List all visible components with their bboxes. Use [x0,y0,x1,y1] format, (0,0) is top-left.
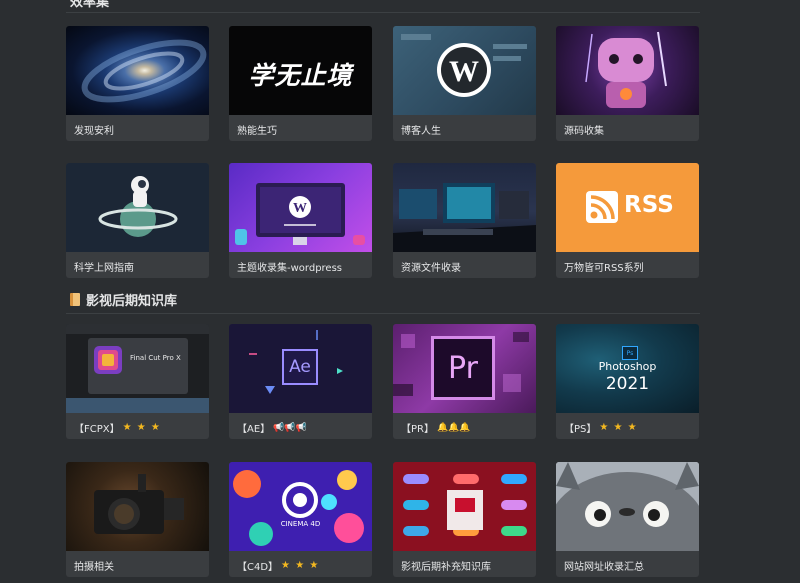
card-network-guide[interactable]: 科学上网指南 [66,163,209,278]
card-label: 【FCPX】 ★ ★ ★ [74,422,161,435]
section-divider [66,12,700,13]
section-divider [66,313,700,314]
star-rating: ★ ★ ★ [122,422,161,433]
premiere-thumbnail: Pr [393,324,536,413]
ps-badge-text: Ps [626,349,634,357]
galaxy-swirl-icon [81,39,207,103]
totoro-thumbnail [556,462,699,551]
card-ae[interactable]: Ae 【AE】 📢📢📢 [229,324,372,439]
photoshop-thumbnail: Ps Photoshop 2021 [556,324,699,413]
fcpx-dialog-title: Final Cut Pro X [130,354,181,362]
section-title-text: 效率集 [70,0,110,10]
galaxy-thumbnail [66,26,209,115]
svg-text:W: W [293,201,307,216]
calligraphy-thumbnail: 学无止境 [229,26,372,115]
star-rating: ★ ★ ★ [599,422,638,433]
thumbnail-title-text: 学无止境 [248,61,353,90]
camera-rig-thumbnail [66,462,209,551]
ps-logo-icon: Ps [622,346,638,360]
card-label: 【AE】 📢📢📢 [237,422,307,436]
pr-logo-icon: Pr [431,336,495,400]
c4d-logo-text: CINEMA 4D [280,520,321,528]
astronaut-planet-icon [98,176,178,237]
card-source-code[interactable]: 源码收集 [556,26,699,141]
robot-thumbnail [556,26,699,115]
star-rating: ★ ★ ★ [281,560,320,571]
studio-monitors-icon [393,183,536,252]
card-fcpx[interactable]: Final Cut Pro X 【FCPX】 ★ ★ ★ [66,324,209,439]
c4d-shapes-icon [233,470,364,546]
card-label: 万物皆可RSS系列 [564,263,644,274]
bell-rating: 🔔🔔🔔 [436,422,471,433]
card-pr[interactable]: Pr 【PR】 🔔🔔🔔 [393,324,536,439]
book-icon [70,293,80,306]
ae-logo-icon: Ae [282,349,318,385]
cinema4d-thumbnail: CINEMA 4D [229,462,372,551]
pr-logo-text: Pr [448,350,478,386]
wordpress-monitor-thumbnail: W [229,163,372,252]
wordpress-logo-icon: W [401,34,527,97]
section-title-video-knowledge: 影视后期知识库 [70,290,177,309]
section-title-efficiency: 效率集 [70,0,109,10]
card-shooting[interactable]: 拍摄相关 [66,462,209,577]
adobe-pills-icon [403,474,527,536]
card-label: 科学上网指南 [74,263,134,274]
card-resource-files[interactable]: 资源文件收录 [393,163,536,278]
card-label: 影视后期补充知识库 [401,562,491,573]
card-post-production[interactable]: 影视后期补充知识库 [393,462,536,577]
card-label: 拍摄相关 [74,562,114,573]
astronaut-thumbnail [66,163,209,252]
svg-text:W: W [449,55,479,88]
monitor-wordpress-icon: W [235,183,365,245]
card-label: 熟能生巧 [237,126,277,137]
card-label: 源码收集 [564,126,604,137]
studio-desk-thumbnail [393,163,536,252]
fcpx-thumbnail: Final Cut Pro X [66,324,209,413]
card-label: 网站网址收录汇总 [564,562,644,573]
card-label: 【C4D】 ★ ★ ★ [237,560,320,573]
rss-logo-text: RSS [624,192,674,218]
totoro-face-icon [556,462,699,551]
card-discover[interactable]: 发现安利 [66,26,209,141]
card-themes-wordpress[interactable]: W 主题收录集-wordpress [229,163,372,278]
card-website-links[interactable]: 网站网址收录汇总 [556,462,699,577]
card-ps[interactable]: Ps Photoshop 2021 【PS】 ★ ★ ★ [556,324,699,439]
adobe-apps-thumbnail [393,462,536,551]
card-label: 博客人生 [401,126,441,137]
card-practice[interactable]: 学无止境 熟能生巧 [229,26,372,141]
megaphone-rating: 📢📢📢 [273,422,307,433]
final-cut-pro-icon [66,324,209,413]
card-label: 资源文件收录 [401,263,461,274]
wordpress-thumbnail: W [393,26,536,115]
ae-logo-text: Ae [289,357,311,377]
rss-thumbnail: RSS [556,163,699,252]
section-title-text: 影视后期知识库 [86,294,178,309]
card-label: 【PS】 ★ ★ ★ [564,422,638,435]
ps-product-title: Photoshop [598,360,657,373]
card-label: 主题收录集-wordpress [237,263,342,274]
after-effects-thumbnail: Ae [229,324,372,413]
card-blog[interactable]: W 博客人生 [393,26,536,141]
card-c4d[interactable]: CINEMA 4D 【C4D】 ★ ★ ★ [229,462,372,577]
card-label: 【PR】 🔔🔔🔔 [401,422,471,436]
ps-product-year: 2021 [605,374,650,394]
camera-icon [94,474,184,534]
robot-figure-icon [585,31,667,108]
card-rss-series[interactable]: RSS 万物皆可RSS系列 [556,163,699,278]
card-label: 发现安利 [74,126,114,137]
